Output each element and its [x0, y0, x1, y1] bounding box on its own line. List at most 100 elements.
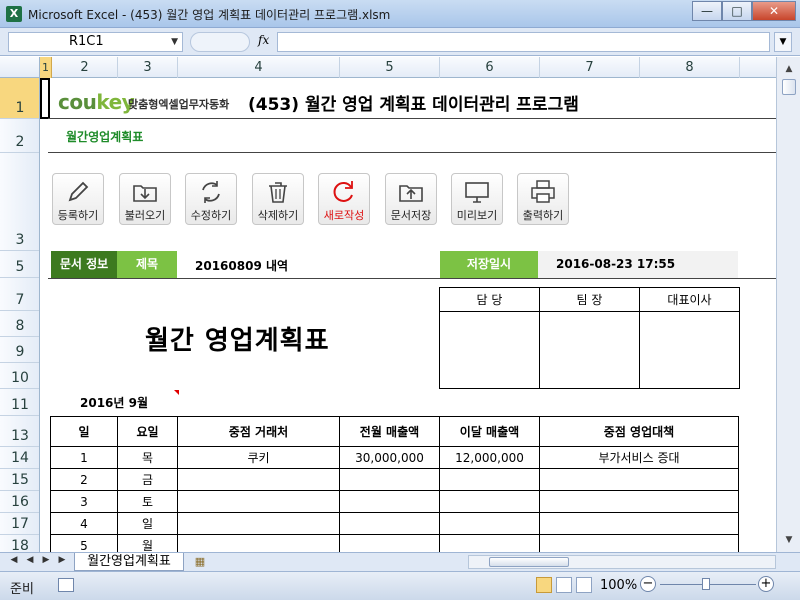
table-cell[interactable]: [539, 468, 739, 491]
table-cell[interactable]: 일: [117, 512, 178, 535]
column-header[interactable]: 8: [640, 57, 740, 78]
row-header[interactable]: 9: [0, 337, 39, 363]
expand-formula-icon[interactable]: ▼: [774, 32, 792, 52]
table-cell[interactable]: 부가서비스 증대: [539, 446, 739, 469]
name-box[interactable]: R1C1 ▼: [8, 32, 183, 52]
row-header[interactable]: 18: [0, 535, 39, 552]
zoom-level[interactable]: 100%: [600, 578, 637, 593]
load-button[interactable]: 불러오기: [119, 173, 171, 225]
row-header[interactable]: 11: [0, 389, 39, 416]
formula-buttons[interactable]: [190, 32, 250, 52]
row-header[interactable]: 10: [0, 363, 39, 389]
table-cell[interactable]: [539, 512, 739, 535]
table-cell[interactable]: [539, 534, 739, 552]
table-cell[interactable]: 12,000,000: [439, 446, 540, 469]
row-header[interactable]: 7: [0, 278, 39, 311]
table-cell[interactable]: 4: [50, 512, 118, 535]
table-cell[interactable]: 1: [50, 446, 118, 469]
table-cell[interactable]: [177, 468, 340, 491]
macro-record-icon[interactable]: [58, 578, 74, 592]
row-header[interactable]: 5: [0, 251, 39, 278]
table-cell[interactable]: 30,000,000: [339, 446, 440, 469]
column-header[interactable]: 7: [540, 57, 640, 78]
minimize-button[interactable]: —: [692, 1, 722, 21]
vertical-scrollbar[interactable]: ▲ ▼: [776, 57, 800, 552]
row-header[interactable]: 15: [0, 469, 39, 491]
row-header[interactable]: 16: [0, 491, 39, 513]
print-button[interactable]: 출력하기: [517, 173, 569, 225]
table-cell[interactable]: [439, 534, 540, 552]
approval-sign-cell[interactable]: [639, 311, 740, 389]
table-cell[interactable]: 토: [117, 490, 178, 513]
comment-indicator[interactable]: [174, 390, 179, 395]
preview-button[interactable]: 미리보기: [451, 173, 503, 225]
new-document-button[interactable]: 새로작성: [318, 173, 370, 225]
row-header[interactable]: 13: [0, 416, 39, 447]
table-cell[interactable]: [177, 490, 340, 513]
column-header[interactable]: 4: [178, 57, 340, 78]
formula-input[interactable]: [277, 32, 770, 52]
report-period[interactable]: 2016년 9월: [80, 394, 148, 411]
zoom-in-icon[interactable]: +: [758, 576, 774, 592]
scroll-thumb[interactable]: [782, 79, 796, 95]
column-header[interactable]: 6: [440, 57, 540, 78]
table-cell[interactable]: [177, 512, 340, 535]
table-cell[interactable]: [339, 534, 440, 552]
zoom-out-icon[interactable]: −: [640, 576, 656, 592]
row-header[interactable]: 3: [0, 153, 39, 251]
hscroll-thumb[interactable]: [489, 557, 569, 567]
maximize-button[interactable]: □: [722, 1, 752, 21]
row-header[interactable]: 8: [0, 311, 39, 337]
table-cell[interactable]: [439, 468, 540, 491]
approval-sign-cell[interactable]: [539, 311, 640, 389]
save-document-button[interactable]: 문서저장: [385, 173, 437, 225]
prev-sheet-icon[interactable]: ◀: [24, 555, 36, 565]
column-header[interactable]: 1: [40, 57, 52, 78]
close-button[interactable]: ✕: [752, 1, 796, 21]
table-cell[interactable]: [177, 534, 340, 552]
chevron-down-icon[interactable]: ▼: [171, 33, 178, 51]
table-cell[interactable]: [339, 468, 440, 491]
normal-view-icon[interactable]: [536, 577, 552, 593]
scroll-up-icon[interactable]: ▲: [781, 61, 797, 77]
worksheet[interactable]: coukey 맞춤형엑셀업무자동화 (453) 월간 영업 계획표 데이터관리 …: [40, 78, 776, 552]
column-header[interactable]: 3: [118, 57, 178, 78]
insert-sheet-icon[interactable]: ▦: [190, 555, 210, 569]
table-cell[interactable]: 목: [117, 446, 178, 469]
table-cell[interactable]: 5: [50, 534, 118, 552]
select-all-corner[interactable]: [0, 57, 40, 78]
table-cell[interactable]: [539, 490, 739, 513]
scroll-down-icon[interactable]: ▼: [781, 532, 797, 548]
column-header[interactable]: 5: [340, 57, 440, 78]
horizontal-scrollbar[interactable]: [468, 555, 776, 569]
table-cell[interactable]: [339, 490, 440, 513]
active-cell[interactable]: [40, 78, 50, 119]
table-cell[interactable]: 3: [50, 490, 118, 513]
page-break-view-icon[interactable]: [576, 577, 592, 593]
table-cell[interactable]: [339, 512, 440, 535]
register-button[interactable]: 등록하기: [52, 173, 104, 225]
row-header[interactable]: 14: [0, 447, 39, 469]
table-cell[interactable]: 2: [50, 468, 118, 491]
row-header[interactable]: 1: [0, 78, 39, 119]
table-cell[interactable]: [439, 512, 540, 535]
edit-button[interactable]: 수정하기: [185, 173, 237, 225]
table-cell[interactable]: 금: [117, 468, 178, 491]
table-cell[interactable]: 쿠키: [177, 446, 340, 469]
next-sheet-icon[interactable]: ▶: [40, 555, 52, 565]
table-cell[interactable]: 월: [117, 534, 178, 552]
column-header[interactable]: 2: [52, 57, 118, 78]
page-layout-view-icon[interactable]: [556, 577, 572, 593]
sheet-tab-active[interactable]: 월간영업계획표: [74, 553, 184, 571]
zoom-slider-thumb[interactable]: [702, 578, 710, 590]
approval-sign-cell[interactable]: [439, 311, 540, 389]
row-header[interactable]: 17: [0, 513, 39, 535]
delete-button[interactable]: 삭제하기: [252, 173, 304, 225]
doc-subject-value[interactable]: 20160809 내역: [195, 257, 288, 274]
table-cell[interactable]: [439, 490, 540, 513]
last-sheet-icon[interactable]: ▶: [56, 555, 68, 565]
first-sheet-icon[interactable]: ◀: [8, 555, 20, 565]
row-header[interactable]: 2: [0, 119, 39, 153]
insert-function-icon[interactable]: fx: [258, 33, 269, 47]
excel-app-icon[interactable]: X: [6, 6, 22, 22]
